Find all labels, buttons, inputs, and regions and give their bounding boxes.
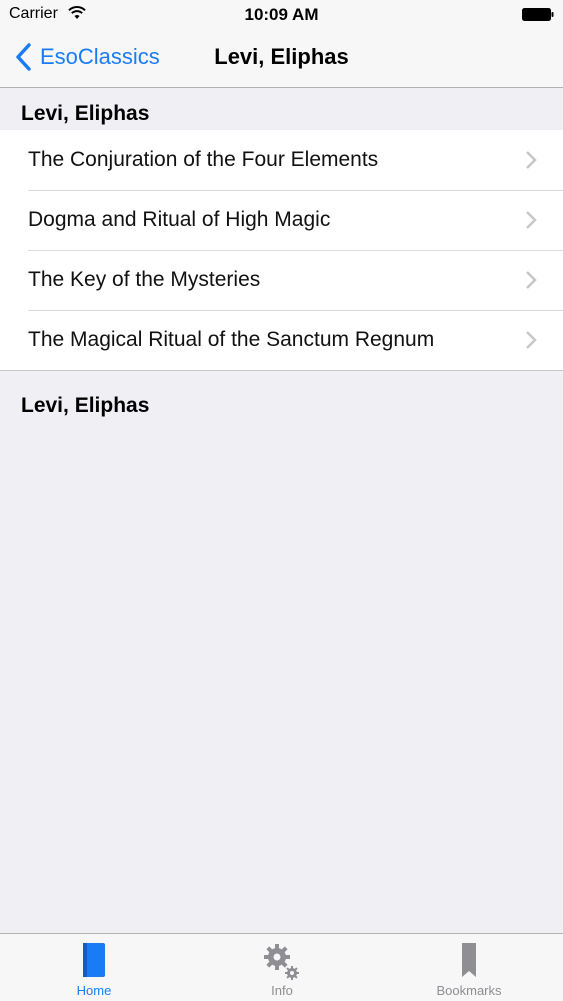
book-icon xyxy=(83,943,105,977)
list-item-label: The Key of the Mysteries xyxy=(28,268,261,291)
tab-label: Info xyxy=(271,983,293,998)
bookmark-icon xyxy=(462,943,476,977)
navigation-bar: EsoClassics Levi, Eliphas xyxy=(0,30,563,88)
list-item[interactable]: The Conjuration of the Four Elements xyxy=(0,130,563,190)
chevron-right-icon xyxy=(526,271,537,289)
book-list: The Conjuration of the Four Elements Dog… xyxy=(0,130,563,371)
tab-label: Bookmarks xyxy=(436,983,502,998)
status-bar: Carrier 10:09 AM xyxy=(0,0,563,30)
tab-bar: Home Info Bookmarks xyxy=(0,933,563,1001)
tab-info[interactable]: Info xyxy=(188,934,376,1001)
tab-bookmarks[interactable]: Bookmarks xyxy=(375,934,563,1001)
list-item[interactable]: The Key of the Mysteries xyxy=(0,250,563,310)
chevron-right-icon xyxy=(526,331,537,349)
page-title: Levi, Eliphas xyxy=(214,44,349,69)
list-item[interactable]: Dogma and Ritual of High Magic xyxy=(0,190,563,250)
tab-home[interactable]: Home xyxy=(0,934,188,1001)
chevron-right-icon xyxy=(526,211,537,229)
section-header: Levi, Eliphas xyxy=(21,394,150,417)
list-item-label: The Magical Ritual of the Sanctum Regnum xyxy=(28,328,435,351)
list-item-label: The Conjuration of the Four Elements xyxy=(28,148,379,171)
list-item-label: Dogma and Ritual of High Magic xyxy=(28,208,331,231)
chevron-right-icon xyxy=(526,151,537,169)
section-header: Levi, Eliphas xyxy=(21,102,150,125)
tab-label: Home xyxy=(76,983,112,998)
battery-icon xyxy=(522,8,554,21)
status-time: 10:09 AM xyxy=(244,5,319,24)
gear-icon xyxy=(264,944,299,980)
list-item[interactable]: The Magical Ritual of the Sanctum Regnum xyxy=(0,310,563,370)
